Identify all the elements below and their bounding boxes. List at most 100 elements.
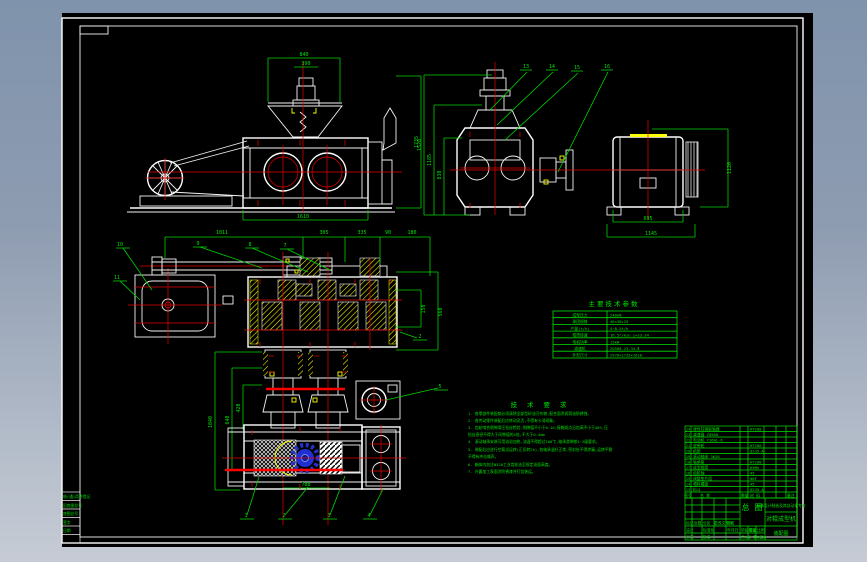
bom-name: 滚动轴承 3626 bbox=[693, 454, 720, 459]
bom-header-name: 名 称 bbox=[700, 493, 710, 498]
bom-no: 15 bbox=[686, 476, 691, 481]
field-sign: 签名 bbox=[727, 521, 735, 526]
parameters-table-title: 主要技术参数 bbox=[589, 299, 640, 308]
note-line: 2. 各传动零件装配后应转动灵活,不得有卡滞现象。 bbox=[468, 418, 557, 423]
balloon-13: 13 bbox=[523, 64, 529, 70]
bom-no: 14 bbox=[686, 482, 691, 487]
note-line: 7. 外露加工表面涂防锈漆并打包装运。 bbox=[468, 469, 536, 474]
rev-row: 旧底图总号 bbox=[63, 503, 82, 508]
cad-window: 840 390 1735 1610 1520 1185 830 695 1145… bbox=[0, 0, 867, 562]
balloon-10: 10 bbox=[117, 242, 123, 248]
bom-table: 24 弹性柱销联轴器 HT200 23 减速器 ZQ500 22 电动机 Y160L-6… bbox=[684, 425, 798, 499]
bom-name: 机架 bbox=[693, 449, 701, 454]
param-val: 2970×1735×1610 bbox=[610, 353, 643, 358]
field-weight: 重量 bbox=[749, 528, 757, 533]
bom-no: 23 bbox=[686, 432, 691, 437]
balloon-7: 7 bbox=[283, 243, 286, 249]
field-mark: 标记 bbox=[686, 521, 694, 526]
bom-no: 19 bbox=[686, 454, 691, 459]
note-line: 6. 箱体内加注N320工业齿轮油至规定油面高度。 bbox=[468, 462, 552, 467]
param-key: 电机功率 bbox=[572, 339, 587, 344]
field-zone: 分区 bbox=[703, 521, 711, 526]
dim-end-left-c: 830 bbox=[437, 170, 443, 179]
bom-mat: 08F bbox=[750, 476, 758, 481]
bom-name: 轴承座 bbox=[693, 460, 705, 465]
param-key: 辊筒转速 bbox=[572, 333, 587, 338]
dim-plan-c3: 335 bbox=[357, 230, 366, 236]
bom-header-qty: 数量 bbox=[741, 493, 749, 498]
param-val: 240kN bbox=[610, 313, 622, 318]
balloon-9: 9 bbox=[196, 241, 199, 247]
rev-row: 签字 bbox=[63, 520, 71, 525]
bom-no: 13 bbox=[686, 487, 691, 492]
assembly-drawing: 840 390 1735 1610 1520 1185 830 695 1145… bbox=[61, 17, 806, 544]
technical-notes: 技 术 要 求 1. 各零部件装配前必须清除全部型砂油污杂物,配合面涂润滑油防锈… bbox=[468, 400, 613, 474]
field-design: 设计 bbox=[686, 528, 694, 533]
bom-name: 电动机 Y160L-6 bbox=[693, 438, 723, 443]
bom-header-mat: 材 料 bbox=[750, 493, 760, 498]
field-approve: 批准 bbox=[703, 535, 711, 540]
bom-no: 21 bbox=[686, 443, 691, 448]
dim-side-hopper: 390 bbox=[301, 61, 310, 67]
bom-mat: Q235-A bbox=[750, 487, 764, 492]
dim-plan-right-a: 560 bbox=[438, 307, 444, 316]
view-side-elevation: 840 390 1735 1610 bbox=[127, 52, 422, 221]
bom-no: 18 bbox=[686, 460, 691, 465]
bom-mat: HT200 bbox=[750, 443, 762, 448]
bom-name: 喂料螺旋 bbox=[693, 482, 708, 487]
bom-name: 弹性柱销联轴器 bbox=[693, 427, 720, 432]
rev-row: 日期 bbox=[63, 528, 71, 533]
balloon-5: 5 bbox=[438, 384, 441, 390]
dim-side-top: 840 bbox=[299, 52, 308, 58]
bom-mat: 45 bbox=[750, 471, 755, 476]
param-val: 16.5r/min i=23.34 bbox=[610, 333, 650, 338]
bom-name: 减速器 ZQ500 bbox=[693, 432, 719, 437]
dim-plan-c2: 305 bbox=[319, 230, 328, 236]
field-scale: 比例 bbox=[757, 528, 765, 533]
param-key: 产量(t/h) bbox=[570, 326, 589, 331]
dim-plan-c4: 90 bbox=[385, 230, 391, 236]
param-key: 外形尺寸 bbox=[572, 353, 587, 358]
dim-plan-left-b: 640 bbox=[225, 415, 231, 424]
bom-no: 22 bbox=[686, 438, 691, 443]
field-count: 处数 bbox=[694, 521, 702, 526]
dim-plan-left-a: 1040 bbox=[208, 416, 214, 428]
balloon-8: 8 bbox=[248, 242, 251, 248]
bom-mat: HT200 bbox=[750, 460, 762, 465]
parameters-table: 主要技术参数 成型压力 240kN 球团规格 40×30×25 产量(t/h) … bbox=[552, 299, 678, 359]
dim-side-bottom: 1610 bbox=[297, 214, 309, 220]
rev-row: 底图总号 bbox=[63, 511, 78, 516]
bom-name: 成型辊筒 bbox=[693, 465, 708, 470]
bom-name: 齿轮轴 bbox=[693, 471, 705, 476]
note-line: 3. 齿轮啮合侧隙用压铅丝检验,侧隙值不小于0.16,接触斑点沿齿高不小于40%… bbox=[468, 425, 608, 430]
bom-mat: 65Mn bbox=[750, 465, 759, 470]
param-val: 15kW bbox=[610, 339, 620, 344]
balloon-d1: 1 bbox=[244, 513, 247, 519]
title-block-sheet: 装配图 bbox=[773, 530, 788, 537]
bom-header-no: 序号 bbox=[684, 493, 692, 498]
bom-mat: 45 bbox=[750, 482, 755, 487]
note-line: 4. 滚动轴承安装可用油浴加热,油温不得超过100℃,轴承游隙按1~2级要求。 bbox=[468, 439, 599, 444]
view-end-elevation: 1520 1185 830 695 1145 1120 13 14 15 16 bbox=[417, 62, 733, 238]
note-line: 1. 各零部件装配前必须清除全部型砂油污杂物,配合面涂润滑油防锈蚀。 bbox=[468, 411, 591, 416]
dim-end-left-a: 1520 bbox=[417, 139, 423, 151]
rev-row: 借(通)用件登记 bbox=[63, 494, 91, 499]
note-line: 铅丝直径不得大于间隙值的4倍,不大于0.4mm bbox=[468, 432, 545, 437]
view-bottom-section: 788 1 2 3 4 bbox=[222, 424, 406, 520]
bom-mat: Q235-A bbox=[750, 449, 764, 454]
param-key: 球团规格 bbox=[572, 319, 587, 324]
balloon-14: 14 bbox=[549, 64, 555, 70]
title-block: 总 图 机械设计制造及其自动化专业 对辊成型机 装配图 标记 处数 分区 更改文… bbox=[684, 497, 806, 541]
balloon-d4: 4 bbox=[367, 513, 370, 519]
balloon-16: 16 bbox=[604, 64, 610, 70]
field-scale-val: 1:10 bbox=[757, 535, 767, 540]
param-key: 成型压力 bbox=[572, 313, 587, 318]
bom-name: 料斗 bbox=[693, 487, 701, 492]
dim-end-left-b: 1185 bbox=[427, 154, 433, 166]
bom-no: 20 bbox=[686, 449, 691, 454]
dim-plan-c1: 1011 bbox=[216, 230, 228, 236]
dim-plan-c5: 180 bbox=[407, 230, 416, 236]
bom-name: 皮带轮 bbox=[693, 443, 705, 448]
bom-name: 调整垫片组 bbox=[693, 476, 712, 481]
balloon-d2: 2 bbox=[282, 513, 285, 519]
